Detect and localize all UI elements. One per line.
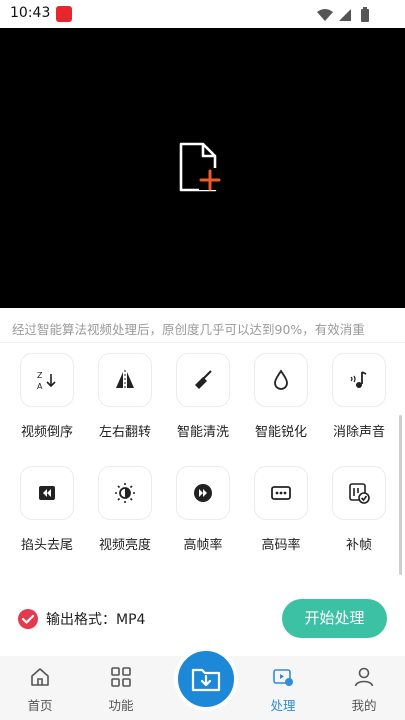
nav-process-label: 处理: [270, 698, 296, 713]
tool-label: 智能清洗: [176, 425, 229, 440]
svg-text:A: A: [37, 382, 43, 391]
flip-horizontal-icon: [98, 353, 152, 407]
user-icon: [354, 667, 374, 687]
home-icon: [31, 668, 49, 686]
tool-reverse[interactable]: Z A 视频倒序: [14, 353, 80, 440]
start-processing-button[interactable]: 开始处理: [282, 599, 387, 638]
reverse-sort-icon: Z A: [20, 353, 74, 407]
tool-label: 视频倒序: [20, 425, 73, 440]
divider: [0, 342, 405, 343]
skip-back-icon: [20, 466, 74, 520]
tool-label: 补帧: [345, 538, 372, 553]
status-time: 10:43: [10, 5, 51, 21]
tool-sharpen[interactable]: 智能锐化: [248, 353, 314, 440]
brightness-icon: [98, 466, 152, 520]
tool-label: 消除声音: [332, 425, 385, 440]
broom-icon: [176, 353, 230, 407]
output-format-label: 输出格式：MP4: [46, 612, 146, 628]
drop-icon: [254, 353, 308, 407]
status-icons: [317, 7, 369, 22]
app-badge-icon: [56, 6, 72, 22]
grid-icon: [111, 667, 131, 687]
nav-mine-label: 我的: [351, 698, 377, 713]
tool-label: 左右翻转: [98, 425, 151, 440]
tool-label: 高码率: [261, 538, 301, 553]
tool-flip[interactable]: 左右翻转: [92, 353, 158, 440]
status-bar: 10:43: [0, 0, 405, 28]
tool-high-bitrate[interactable]: 高码率: [248, 466, 314, 553]
tool-brightness[interactable]: 视频亮度: [92, 466, 158, 553]
description-text: 经过智能算法视频处理后，原创度几乎可以达到90%，有效消重: [12, 322, 365, 337]
tool-label: 高帧率: [183, 538, 223, 553]
frame-check-icon: [332, 466, 386, 520]
check-circle-icon: [18, 609, 38, 629]
import-video-button[interactable]: [174, 647, 238, 711]
nav-home-label: 首页: [27, 698, 53, 713]
tool-clean[interactable]: 智能清洗: [170, 353, 236, 440]
scrollbar[interactable]: [399, 415, 402, 575]
tool-mute[interactable]: 消除声音: [326, 353, 392, 440]
nav-features[interactable]: 功能: [91, 666, 151, 714]
fast-forward-icon: [176, 466, 230, 520]
process-icon: [273, 669, 293, 686]
bitrate-icon: [254, 466, 308, 520]
output-format[interactable]: 输出格式：MP4: [18, 609, 145, 629]
tool-frame-interp[interactable]: 补帧: [326, 466, 392, 553]
mute-music-icon: [332, 353, 386, 407]
tool-high-framerate[interactable]: 高帧率: [170, 466, 236, 553]
nav-home[interactable]: 首页: [10, 666, 70, 714]
tool-label: 智能锐化: [254, 425, 307, 440]
folder-download-icon: [191, 668, 221, 692]
nav-process[interactable]: 处理: [253, 666, 313, 714]
svg-text:Z: Z: [37, 371, 43, 380]
tool-trim[interactable]: 掐头去尾: [14, 466, 80, 553]
add-file-icon[interactable]: [175, 140, 227, 196]
tool-label: 掐头去尾: [20, 538, 73, 553]
nav-mine[interactable]: 我的: [334, 666, 394, 714]
tool-label: 视频亮度: [98, 538, 151, 553]
nav-features-label: 功能: [108, 698, 134, 713]
